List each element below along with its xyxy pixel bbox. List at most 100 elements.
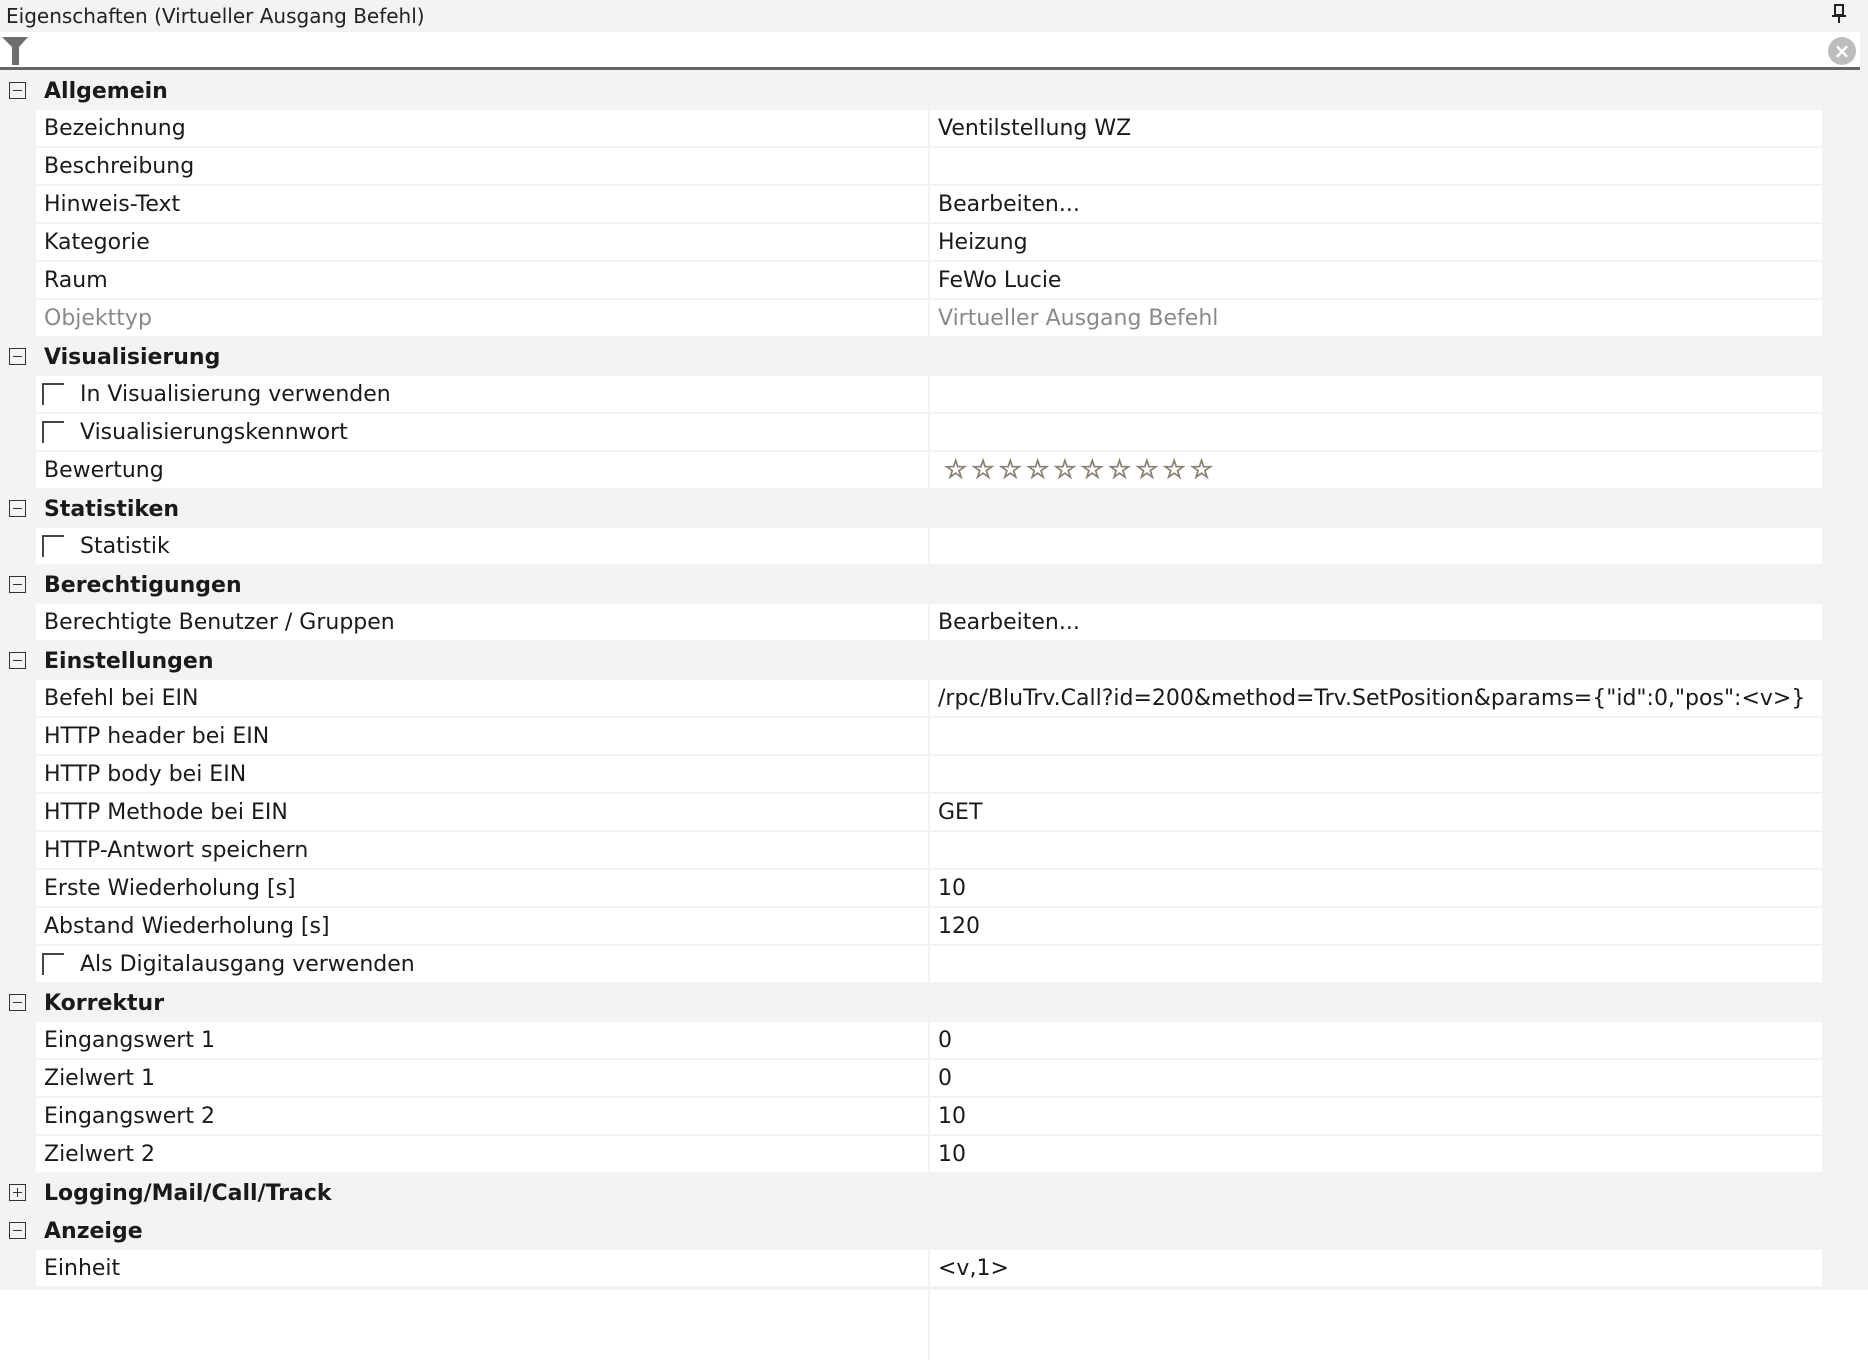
property-name: Bezeichnung (44, 115, 186, 141)
property-value[interactable]: 0 (930, 1022, 1822, 1058)
property-name: HTTP body bei EIN (44, 761, 247, 787)
filter-input[interactable]: × (0, 32, 1860, 70)
property-value[interactable]: /rpc/BluTrv.Call?id=200&method=Trv.SetPo… (930, 680, 1822, 716)
category-statistiken: Statistiken (0, 490, 1868, 528)
checkbox[interactable] (42, 535, 64, 557)
property-row-bewertung: Bewertung ☆ ☆ ☆ ☆ ☆ ☆ ☆ ☆ ☆ ☆ (0, 452, 1868, 490)
collapse-icon[interactable] (9, 576, 26, 593)
grid-empty-area (0, 1290, 1868, 1360)
panel-titlebar: Eigenschaften (Virtueller Ausgang Befehl… (0, 0, 1868, 32)
property-name: Einheit (44, 1255, 121, 1281)
property-row-visualisierungskennwort: Visualisierungskennwort (0, 414, 1868, 452)
property-value[interactable] (930, 756, 1822, 792)
property-row-berechtigte-benutzer-gruppen: Berechtigte Benutzer / Gruppen Bearbeiten… (0, 604, 1868, 642)
property-row-erste-wiederholung-s: Erste Wiederholung [s] 10 (0, 870, 1868, 908)
collapse-icon[interactable] (9, 1222, 26, 1239)
checkbox[interactable] (42, 383, 64, 405)
property-value[interactable]: 10 (930, 870, 1822, 906)
property-grid: Allgemein Bezeichnung Ventilstellung WZ Bes… (0, 72, 1868, 1288)
category-einstellungen: Einstellungen (0, 642, 1868, 680)
star-icon[interactable]: ☆ (971, 457, 995, 484)
property-name: Eingangswert 1 (44, 1027, 215, 1053)
star-icon[interactable]: ☆ (943, 457, 967, 484)
property-name: Visualisierungskennwort (80, 419, 348, 445)
property-value[interactable]: Ventilstellung WZ (930, 110, 1822, 146)
property-name: HTTP Methode bei EIN (44, 799, 288, 825)
expand-icon[interactable] (9, 1184, 26, 1201)
property-name: In Visualisierung verwenden (80, 381, 391, 407)
collapse-icon[interactable] (9, 994, 26, 1011)
property-row-objekttyp: Objekttyp Virtueller Ausgang Befehl (0, 300, 1868, 338)
property-value[interactable]: 0 (930, 1060, 1822, 1096)
property-name: Zielwert 2 (44, 1141, 156, 1167)
rating-stars[interactable]: ☆ ☆ ☆ ☆ ☆ ☆ ☆ ☆ ☆ ☆ (938, 457, 1213, 484)
property-value[interactable]: Heizung (930, 224, 1822, 260)
property-name: HTTP header bei EIN (44, 723, 270, 749)
star-icon[interactable]: ☆ (1135, 457, 1159, 484)
filter-icon (2, 37, 28, 65)
property-name: Als Digitalausgang verwenden (80, 951, 415, 977)
star-icon[interactable]: ☆ (1053, 457, 1077, 484)
collapse-icon[interactable] (9, 500, 26, 517)
property-row-statistik: Statistik (0, 528, 1868, 566)
property-value[interactable] (930, 414, 1822, 450)
star-icon[interactable]: ☆ (1107, 457, 1131, 484)
property-name: Berechtigte Benutzer / Gruppen (44, 609, 395, 635)
property-name: Raum (44, 267, 108, 293)
category-label: Logging/Mail/Call/Track (44, 1180, 332, 1206)
property-value[interactable]: 10 (930, 1136, 1822, 1172)
property-value[interactable]: GET (930, 794, 1822, 830)
category-label: Allgemein (44, 78, 168, 104)
category-label: Statistiken (44, 496, 180, 522)
category-anzeige: Anzeige (0, 1212, 1868, 1250)
property-value[interactable]: 120 (930, 908, 1822, 944)
collapse-icon[interactable] (9, 348, 26, 365)
property-value[interactable]: Bearbeiten... (930, 186, 1822, 222)
property-value[interactable]: FeWo Lucie (930, 262, 1822, 298)
property-row-hinweis-text: Hinweis-Text Bearbeiten... (0, 186, 1868, 224)
property-name: Erste Wiederholung [s] (44, 875, 296, 901)
property-value[interactable] (930, 376, 1822, 412)
property-value[interactable] (930, 148, 1822, 184)
collapse-icon[interactable] (9, 82, 26, 99)
clear-filter-icon[interactable]: × (1828, 37, 1856, 65)
property-value[interactable] (930, 946, 1822, 982)
property-name: HTTP-Antwort speichern (44, 837, 309, 863)
checkbox[interactable] (42, 421, 64, 443)
property-name: Beschreibung (44, 153, 195, 179)
checkbox[interactable] (42, 953, 64, 975)
property-row-eingangswert-1: Eingangswert 1 0 (0, 1022, 1868, 1060)
property-value[interactable] (930, 718, 1822, 754)
property-value[interactable] (930, 832, 1822, 868)
star-icon[interactable]: ☆ (998, 457, 1022, 484)
star-icon[interactable]: ☆ (1025, 457, 1049, 484)
property-value[interactable]: <v,1> (930, 1250, 1822, 1286)
category-logging-mail-call-track: Logging/Mail/Call/Track (0, 1174, 1868, 1212)
collapse-icon[interactable] (9, 652, 26, 669)
category-label: Korrektur (44, 990, 165, 1016)
property-name: Bewertung (44, 457, 164, 483)
category-korrektur: Korrektur (0, 984, 1868, 1022)
property-value[interactable]: Bearbeiten... (930, 604, 1822, 640)
property-name: Zielwert 1 (44, 1065, 156, 1091)
category-label: Einstellungen (44, 648, 214, 674)
star-icon[interactable]: ☆ (1080, 457, 1104, 484)
property-row-eingangswert-2: Eingangswert 2 10 (0, 1098, 1868, 1136)
property-name: Befehl bei EIN (44, 685, 199, 711)
property-row-zielwert-2: Zielwert 2 10 (0, 1136, 1868, 1174)
property-value[interactable]: 10 (930, 1098, 1822, 1134)
property-row-in-visualisierung-verwenden: In Visualisierung verwenden (0, 376, 1868, 414)
property-value: Virtueller Ausgang Befehl (930, 300, 1822, 336)
star-icon[interactable]: ☆ (1189, 457, 1213, 484)
property-row-http-body-bei-ein: HTTP body bei EIN (0, 756, 1868, 794)
property-row-abstand-wiederholung-s: Abstand Wiederholung [s] 120 (0, 908, 1868, 946)
property-row-befehl-bei-ein: Befehl bei EIN/rpc/BluTrv.Call?id=200&me… (0, 680, 1868, 718)
property-name: Abstand Wiederholung [s] (44, 913, 330, 939)
property-row-bezeichnung: Bezeichnung Ventilstellung WZ (0, 110, 1868, 148)
category-berechtigungen: Berechtigungen (0, 566, 1868, 604)
star-icon[interactable]: ☆ (1162, 457, 1186, 484)
pin-icon[interactable] (1832, 4, 1846, 24)
property-value[interactable] (930, 528, 1822, 564)
property-row-als-digitalausgang-verwenden: Als Digitalausgang verwenden (0, 946, 1868, 984)
property-row-http-antwort-speichern: HTTP-Antwort speichern (0, 832, 1868, 870)
